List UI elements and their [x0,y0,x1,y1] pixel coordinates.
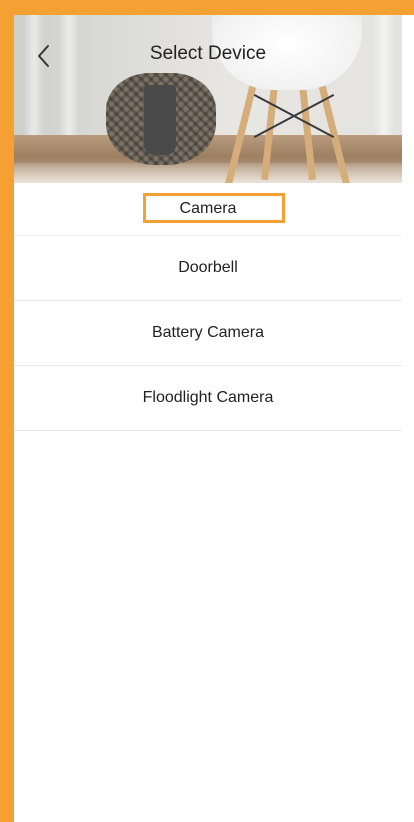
annotation-frame-left [0,0,14,822]
annotation-frame-top [0,0,414,15]
device-item-floodlight-camera[interactable]: Floodlight Camera [14,366,402,431]
draped-cloth [144,85,176,155]
device-item-label: Doorbell [178,259,238,276]
annotation-highlight-box [143,193,285,223]
device-list: Camera Doorbell Battery Camera Floodligh… [14,183,402,431]
header-banner-image: Select Device [14,15,402,183]
device-item-battery-camera[interactable]: Battery Camera [14,301,402,366]
device-item-label: Floodlight Camera [142,389,274,406]
device-item-label: Battery Camera [151,324,265,341]
device-item-camera[interactable]: Camera [14,183,402,236]
device-item-doorbell[interactable]: Doorbell [14,236,402,301]
app-screen: Select Device Camera Doorbell Battery Ca… [14,15,402,822]
page-title: Select Device [149,43,267,64]
